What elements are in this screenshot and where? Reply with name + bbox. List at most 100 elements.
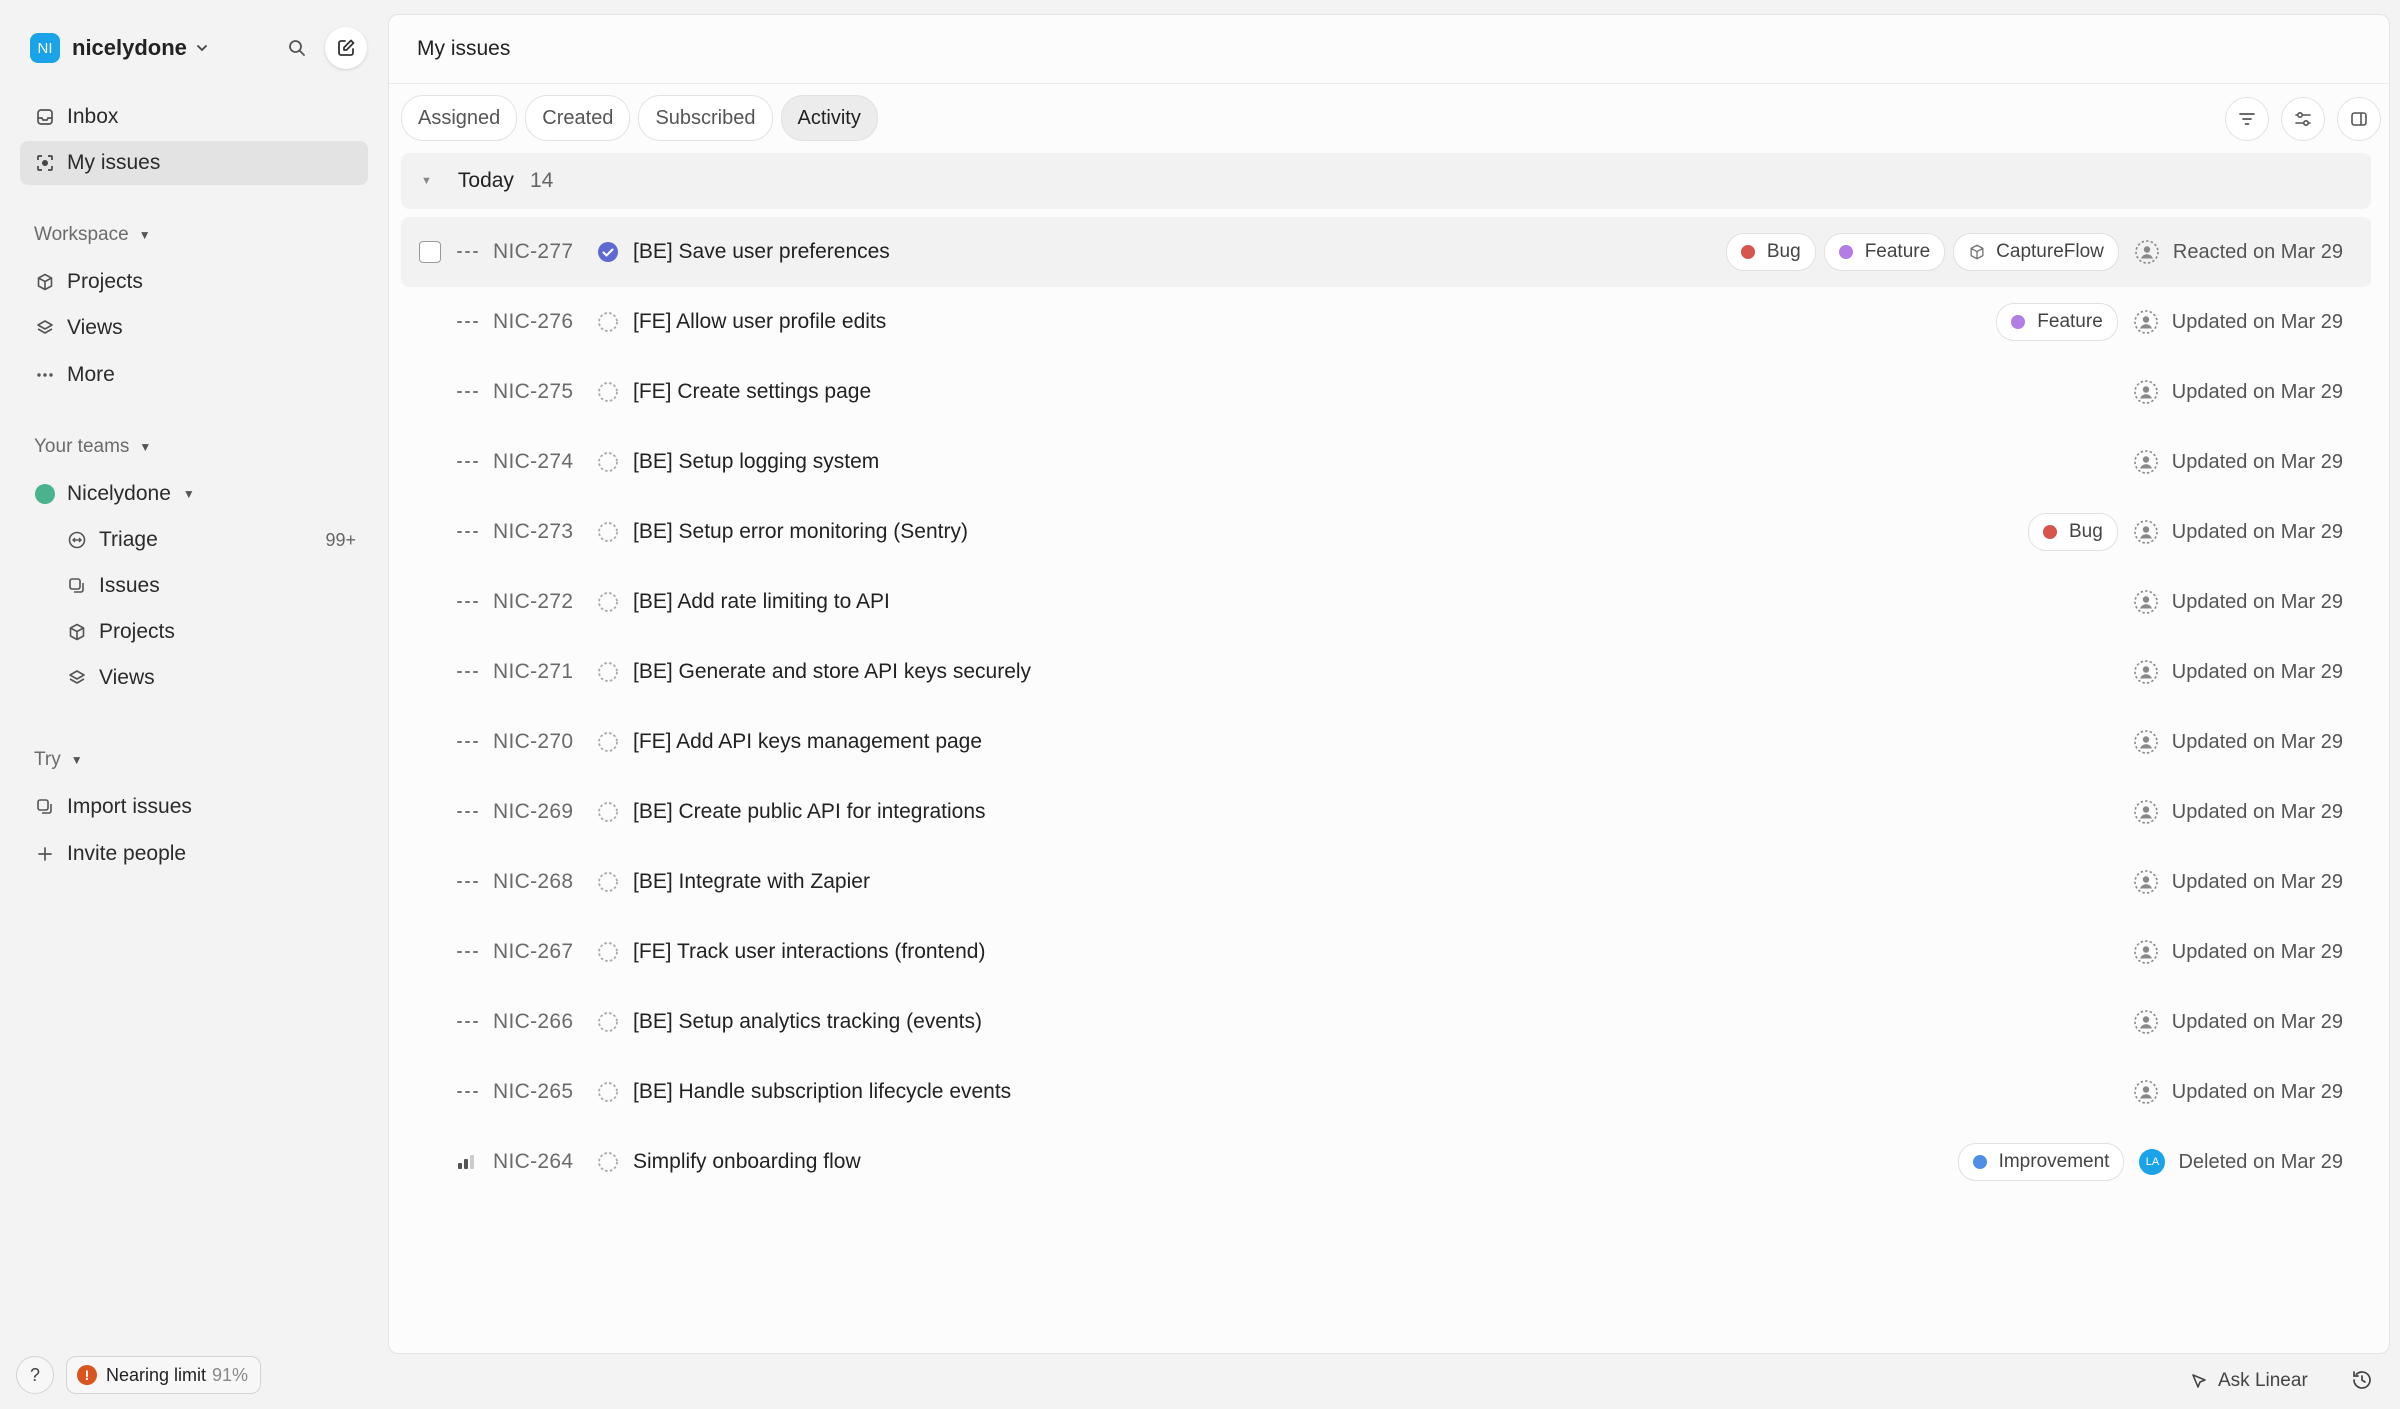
issue-row[interactable]: NIC-274 [BE] Setup logging system Updated … — [401, 427, 2371, 497]
search-icon[interactable] — [282, 33, 312, 63]
issue-row[interactable]: NIC-268 [BE] Integrate with Zapier Updated… — [401, 847, 2371, 917]
status-backlog-icon[interactable] — [597, 311, 619, 333]
nav-my-issues[interactable]: My issues — [20, 141, 368, 185]
issue-title: [BE] Setup logging system — [633, 450, 880, 473]
unassigned-icon[interactable] — [2132, 308, 2160, 336]
display-options-button[interactable] — [2281, 97, 2325, 141]
activity-text: Updated on Mar 29 — [2171, 870, 2343, 893]
unassigned-icon[interactable] — [2132, 518, 2160, 546]
unassigned-icon[interactable] — [2132, 728, 2160, 756]
priority-none-icon[interactable] — [457, 872, 481, 892]
history-icon[interactable] — [2350, 1368, 2374, 1392]
priority-none-icon[interactable] — [457, 802, 481, 822]
nav-inbox[interactable]: Inbox — [20, 95, 368, 139]
issue-row[interactable]: NIC-275 [FE] Create settings page Updated … — [401, 357, 2371, 427]
unassigned-icon[interactable] — [2132, 448, 2160, 476]
status-backlog-icon[interactable] — [597, 521, 619, 543]
status-backlog-icon[interactable] — [597, 451, 619, 473]
label-pill[interactable]: Feature — [1996, 303, 2118, 341]
issue-title: [BE] Setup error monitoring (Sentry) — [633, 520, 968, 543]
status-done-icon[interactable] — [597, 241, 619, 263]
toggle-panel-button[interactable] — [2337, 97, 2381, 141]
issue-row[interactable]: NIC-269 [BE] Create public API for integr… — [401, 777, 2371, 847]
status-backlog-icon[interactable] — [597, 731, 619, 753]
unassigned-icon[interactable] — [2132, 868, 2160, 896]
priority-none-icon[interactable] — [457, 452, 481, 472]
new-issue-button[interactable] — [325, 27, 367, 69]
assignee-avatar[interactable]: LA — [2138, 1148, 2166, 1176]
nav-views[interactable]: Views — [20, 306, 368, 350]
label-pill[interactable]: Feature — [1823, 233, 1946, 271]
nearing-limit-pill[interactable]: ! Nearing limit 91% — [66, 1356, 262, 1394]
cube-icon — [66, 621, 88, 643]
team-nicelydone[interactable]: Nicelydone ▼ — [20, 472, 368, 516]
tab-created[interactable]: Created — [525, 95, 631, 141]
priority-none-icon[interactable] — [457, 312, 481, 332]
nav-invite-people[interactable]: Invite people — [20, 832, 368, 876]
help-button[interactable]: ? — [16, 1356, 54, 1394]
activity-text: Updated on Mar 29 — [2171, 800, 2343, 823]
issue-row[interactable]: NIC-267 [FE] Track user interactions (fro… — [401, 917, 2371, 987]
issue-row[interactable]: NIC-271 [BE] Generate and store API keys … — [401, 637, 2371, 707]
tab-activity[interactable]: Activity — [780, 95, 878, 141]
priority-none-icon[interactable] — [457, 732, 481, 752]
status-backlog-icon[interactable] — [597, 381, 619, 403]
issue-row[interactable]: NIC-276 [FE] Allow user profile edits Feat… — [401, 287, 2371, 357]
tab-subscribed[interactable]: Subscribed — [638, 95, 773, 141]
label-pill[interactable]: Bug — [2027, 513, 2118, 551]
unassigned-icon[interactable] — [2133, 238, 2161, 266]
group-header-today[interactable]: ▼ Today 14 — [401, 153, 2371, 209]
issue-row[interactable]: NIC-270 [FE] Add API keys management page… — [401, 707, 2371, 777]
issue-meta: Updated on Mar 29 — [2118, 1078, 2343, 1106]
priority-none-icon[interactable] — [457, 662, 481, 682]
status-backlog-icon[interactable] — [597, 591, 619, 613]
status-backlog-icon[interactable] — [597, 871, 619, 893]
issue-row[interactable]: NIC-265 [BE] Handle subscription lifecycl… — [401, 1057, 2371, 1127]
row-checkbox[interactable] — [419, 241, 441, 263]
priority-none-icon[interactable] — [457, 382, 481, 402]
status-backlog-icon[interactable] — [597, 941, 619, 963]
issue-row[interactable]: NIC-273 [BE] Setup error monitoring (Sent… — [401, 497, 2371, 567]
unassigned-icon[interactable] — [2132, 658, 2160, 686]
status-backlog-icon[interactable] — [597, 1011, 619, 1033]
priority-none-icon[interactable] — [457, 522, 481, 542]
status-backlog-icon[interactable] — [597, 801, 619, 823]
team-nav-projects[interactable]: Projects — [20, 610, 368, 654]
status-backlog-icon[interactable] — [597, 661, 619, 683]
unassigned-icon[interactable] — [2132, 1078, 2160, 1106]
project-pill[interactable]: CaptureFlow — [1953, 233, 2119, 271]
unassigned-icon[interactable] — [2132, 938, 2160, 966]
workspace-switcher[interactable]: NI nicelydone — [30, 30, 209, 66]
filter-button[interactable] — [2225, 97, 2269, 141]
nav-more[interactable]: More — [20, 353, 368, 397]
label-pill[interactable]: Bug — [1725, 233, 1816, 271]
priority-none-icon[interactable] — [457, 242, 481, 262]
issue-row[interactable]: NIC-266 [BE] Setup analytics tracking (ev… — [401, 987, 2371, 1057]
team-nav-views[interactable]: Views — [20, 656, 368, 700]
nav-import-issues[interactable]: Import issues — [20, 785, 368, 829]
team-nav-triage[interactable]: Triage 99+ — [20, 518, 368, 562]
issue-row[interactable]: NIC-277 [BE] Save user preferences Bug Feat… — [401, 217, 2371, 287]
tab-assigned[interactable]: Assigned — [401, 95, 518, 141]
priority-none-icon[interactable] — [457, 1082, 481, 1102]
status-backlog-icon[interactable] — [597, 1081, 619, 1103]
teams-section-header[interactable]: Your teams ▼ — [34, 436, 151, 458]
try-section-header[interactable]: Try ▼ — [34, 749, 83, 771]
issue-row[interactable]: NIC-272 [BE] Add rate limiting to API Upda… — [401, 567, 2371, 637]
priority-none-icon[interactable] — [457, 942, 481, 962]
priority-none-icon[interactable] — [457, 592, 481, 612]
team-nav-issues[interactable]: Issues — [20, 564, 368, 608]
nav-projects[interactable]: Projects — [20, 260, 368, 304]
ask-linear-button[interactable]: Ask Linear — [2190, 1366, 2308, 1396]
workspace-section-header[interactable]: Workspace ▼ — [34, 224, 151, 246]
unassigned-icon[interactable] — [2132, 378, 2160, 406]
issue-row[interactable]: NIC-264 Simplify onboarding flow Improveme… — [401, 1127, 2371, 1197]
unassigned-icon[interactable] — [2132, 798, 2160, 826]
unassigned-icon[interactable] — [2132, 1008, 2160, 1036]
priority-medium-icon[interactable] — [457, 1152, 481, 1172]
status-backlog-icon[interactable] — [597, 1151, 619, 1173]
label-pill[interactable]: Improvement — [1957, 1143, 2125, 1181]
cube-icon — [34, 271, 56, 293]
unassigned-icon[interactable] — [2132, 588, 2160, 616]
priority-none-icon[interactable] — [457, 1012, 481, 1032]
